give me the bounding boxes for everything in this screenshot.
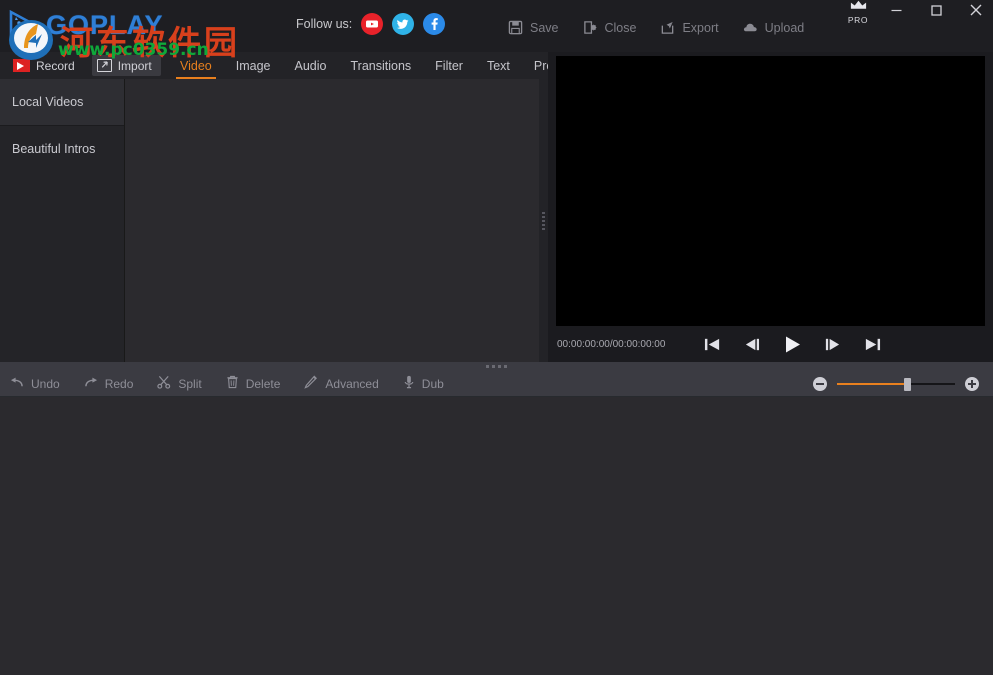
maximize-button[interactable] — [916, 0, 956, 24]
redo-arrow-icon — [84, 376, 98, 392]
delete-button[interactable]: Delete — [216, 371, 295, 397]
tab-audio[interactable]: Audio — [283, 52, 339, 79]
split-button[interactable]: Split — [147, 371, 215, 397]
export-label: Export — [682, 21, 718, 35]
editor-tabs: Video Image Audio Transitions Filter Tex… — [168, 52, 585, 79]
export-button[interactable]: Export — [650, 18, 732, 37]
close-project-button[interactable]: Close — [573, 18, 651, 37]
microphone-icon — [403, 375, 415, 392]
zoom-out-button[interactable] — [813, 377, 827, 391]
vertical-splitter[interactable] — [539, 79, 548, 362]
minimize-button[interactable] — [876, 0, 916, 24]
zoom-in-button[interactable] — [965, 377, 979, 391]
timeline-panel[interactable] — [0, 398, 993, 675]
advanced-button[interactable]: Advanced — [294, 371, 392, 397]
title-bar: GOPLAY Follow us: — [0, 0, 993, 52]
play-button[interactable] — [781, 333, 803, 355]
pro-label: PRO — [848, 16, 868, 25]
split-label: Split — [178, 377, 201, 391]
cloud-upload-icon — [743, 20, 758, 35]
timecode-display: 00:00:00:00/00:00:00:00 — [557, 339, 697, 350]
undo-arrow-icon — [10, 376, 24, 392]
video-preview-surface[interactable] — [556, 56, 985, 326]
redo-button[interactable]: Redo — [74, 371, 148, 397]
step-forward-button[interactable] — [821, 333, 843, 355]
capture-buttons: Record Import — [8, 52, 161, 79]
youtube-icon[interactable] — [361, 13, 383, 35]
floppy-disk-icon — [508, 20, 523, 35]
tab-image[interactable]: Image — [224, 52, 283, 79]
sidebar-item-label: Beautiful Intros — [12, 142, 95, 156]
app-brand-name: GOPLAY — [46, 10, 164, 41]
media-library-panel[interactable] — [126, 79, 539, 362]
media-sidebar: Local Videos Beautiful Intros — [0, 79, 125, 362]
upload-button[interactable]: Upload — [733, 18, 819, 37]
facebook-icon[interactable] — [423, 13, 445, 35]
zoom-slider-handle[interactable] — [904, 378, 911, 391]
follow-us-label: Follow us: — [296, 17, 352, 31]
title-bar-actions: Save Close — [498, 18, 818, 37]
sidebar-item-beautiful-intros[interactable]: Beautiful Intros — [0, 126, 124, 172]
delete-label: Delete — [246, 377, 281, 391]
play-triangle-icon — [6, 8, 40, 42]
close-label: Close — [605, 21, 637, 35]
close-window-button[interactable] — [956, 0, 993, 24]
save-button[interactable]: Save — [498, 18, 573, 37]
jump-to-end-button[interactable] — [861, 333, 883, 355]
window-controls — [876, 0, 993, 24]
import-label: Import — [118, 59, 152, 73]
follow-us-group: Follow us: — [296, 13, 445, 35]
splitter-grip-icon — [486, 365, 507, 368]
advanced-label: Advanced — [325, 377, 378, 391]
sidebar-item-label: Local Videos — [12, 95, 83, 109]
zoom-slider-fill — [837, 383, 908, 385]
preview-panel: 00:00:00:00/00:00:00:00 — [548, 52, 993, 362]
timeline-toolbar: Undo Redo Split — [0, 371, 993, 397]
pro-badge[interactable]: PRO — [840, 0, 876, 20]
sidebar-item-local-videos[interactable]: Local Videos — [0, 79, 124, 125]
tab-filter[interactable]: Filter — [423, 52, 475, 79]
dub-label: Dub — [422, 377, 444, 391]
transport-controls: 00:00:00:00/00:00:00:00 — [556, 326, 985, 362]
zoom-slider[interactable] — [837, 377, 955, 391]
pencil-icon — [304, 375, 318, 392]
record-label: Record — [36, 59, 75, 73]
tab-video[interactable]: Video — [168, 52, 224, 79]
timeline-zoom-control — [813, 371, 979, 397]
tab-text[interactable]: Text — [475, 52, 522, 79]
import-button[interactable]: Import — [92, 55, 161, 76]
jump-to-start-button[interactable] — [701, 333, 723, 355]
undo-label: Undo — [31, 377, 60, 391]
save-label: Save — [530, 21, 559, 35]
trash-can-icon — [226, 375, 239, 392]
app-logo: GOPLAY — [6, 2, 206, 48]
twitter-icon[interactable] — [392, 13, 414, 35]
dub-button[interactable]: Dub — [393, 371, 458, 397]
exit-door-icon — [583, 20, 598, 35]
scissors-icon — [157, 375, 171, 392]
step-backward-button[interactable] — [741, 333, 763, 355]
redo-label: Redo — [105, 377, 134, 391]
import-arrow-icon — [97, 59, 112, 72]
undo-button[interactable]: Undo — [0, 371, 74, 397]
splitter-grip-icon — [542, 212, 545, 230]
share-export-icon — [660, 20, 675, 35]
upload-label: Upload — [765, 21, 805, 35]
record-button[interactable]: Record — [8, 55, 84, 76]
tab-transitions[interactable]: Transitions — [338, 52, 423, 79]
record-icon — [13, 59, 30, 72]
app-window: GOPLAY Follow us: — [0, 0, 993, 675]
crown-icon — [849, 0, 868, 16]
